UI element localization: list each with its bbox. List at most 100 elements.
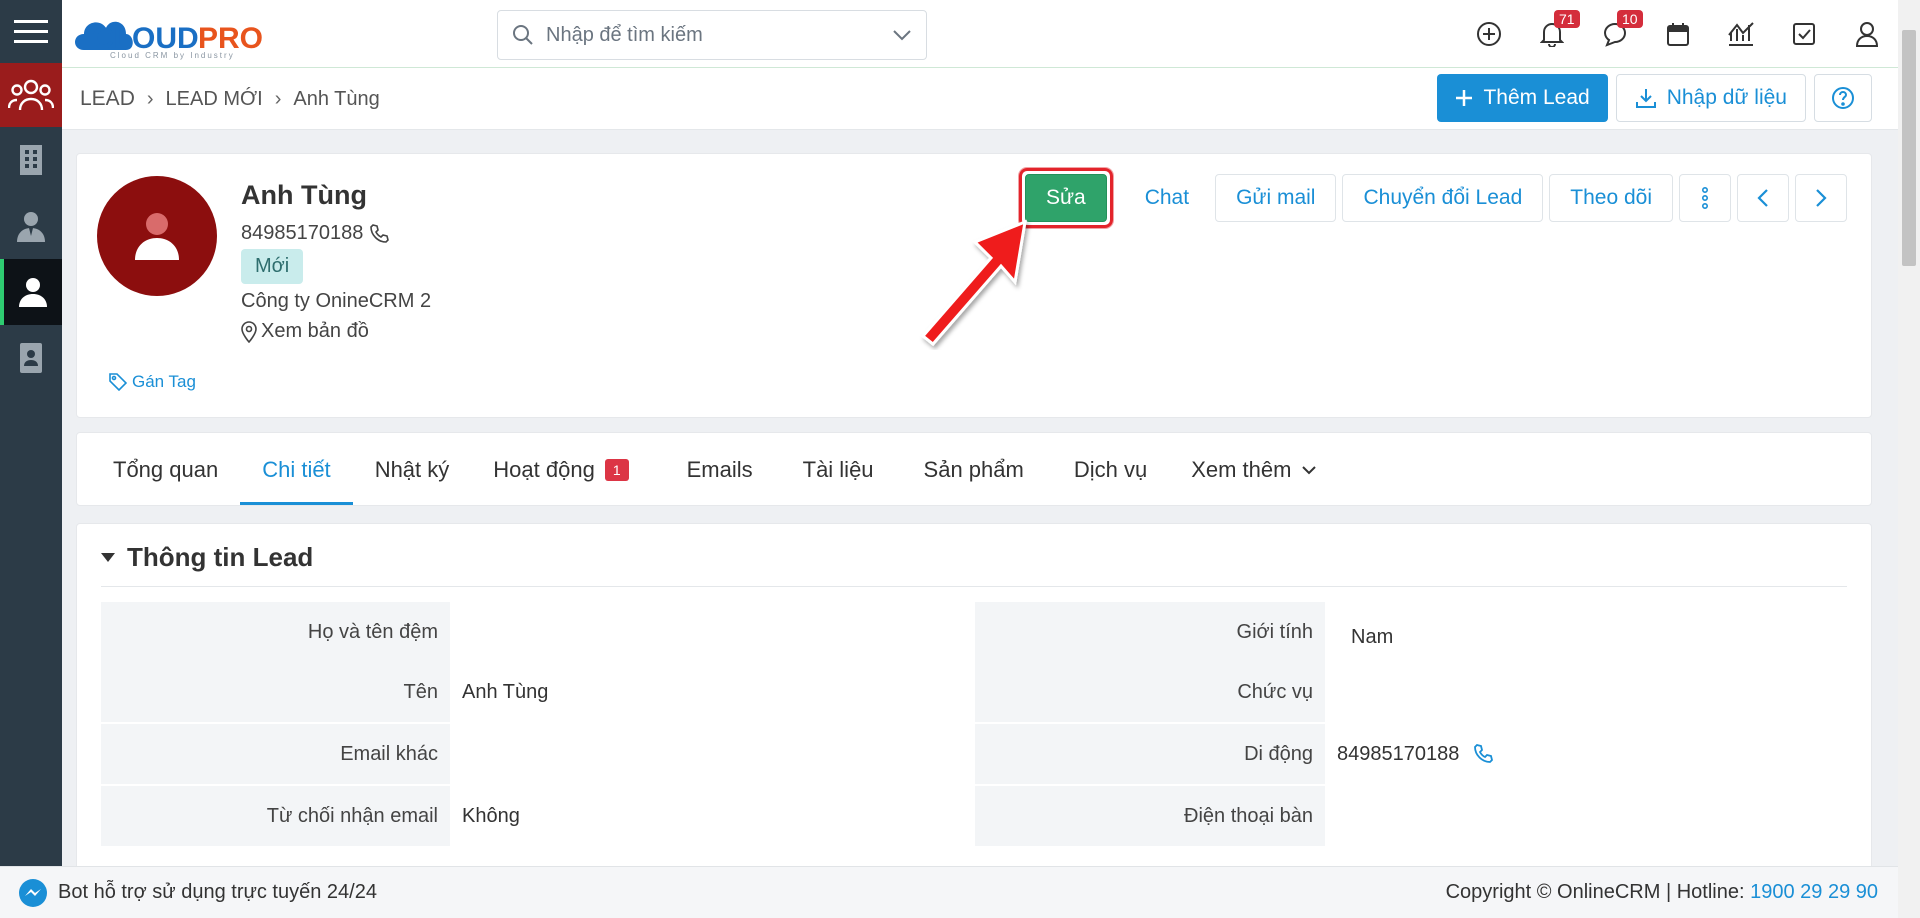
assign-tag-label: Gán Tag	[132, 372, 196, 391]
more-actions-button[interactable]	[1679, 174, 1731, 222]
field-label-gender: Giới tính	[975, 602, 1325, 662]
chart-icon	[1727, 22, 1754, 46]
notifications-button[interactable]: 71	[1520, 0, 1583, 68]
breadcrumb-bar: LEAD › LEAD MỚI › Anh Tùng Thêm Lead Nhậ…	[62, 68, 1898, 130]
svg-text:Cloud CRM by Industry: Cloud CRM by Industry	[110, 51, 235, 60]
cloudpro-logo[interactable]: CLOUD PRO Cloud CRM by Industry	[70, 6, 300, 62]
chevron-down-icon[interactable]	[892, 29, 912, 41]
tab-more[interactable]: Xem thêm	[1169, 433, 1339, 507]
lead-phone-number: 84985170188	[241, 222, 364, 244]
section-title: Thông tin Lead	[127, 542, 314, 572]
map-pin-icon	[241, 320, 257, 343]
scrollbar-thumb[interactable]	[1902, 30, 1916, 266]
messages-button[interactable]: 10	[1583, 0, 1646, 68]
next-record-button[interactable]	[1795, 174, 1847, 222]
tab-log[interactable]: Nhật ký	[353, 433, 472, 507]
search-icon	[513, 25, 533, 45]
support-bot-text: Bot hỗ trợ sử dụng trực tuyến 24/24	[58, 881, 377, 903]
sidebar-item-lead-detail[interactable]	[0, 259, 62, 325]
notifications-badge: 71	[1554, 10, 1580, 28]
tab-label: Nhật ký	[374, 457, 450, 482]
tab-activities[interactable]: Hoạt động 1	[471, 433, 650, 507]
field-row: Email khác Di động 84985170188	[101, 724, 1849, 784]
field-value-title[interactable]	[1325, 662, 1849, 722]
lead-info-section: Thông tin Lead Họ và tên đệm Giới tính N…	[76, 523, 1872, 918]
calendar-icon	[1666, 23, 1689, 46]
field-value-office-phone[interactable]	[1325, 786, 1849, 846]
field-value-gender[interactable]: Nam	[1325, 602, 1849, 662]
field-value-other-email[interactable]	[450, 724, 975, 784]
chevron-down-icon	[1302, 466, 1317, 475]
field-label-office-phone: Điện thoại bàn	[975, 786, 1325, 846]
red-arrow-annotation	[920, 219, 1027, 347]
field-value-email-opt-out[interactable]: Không	[450, 786, 975, 846]
view-map-label: Xem bản đồ	[261, 320, 369, 342]
tab-details[interactable]: Chi tiết	[240, 433, 354, 507]
building-icon	[20, 145, 42, 175]
global-search[interactable]: Nhập để tìm kiếm	[497, 10, 927, 60]
view-map-link[interactable]: Xem bản đồ	[241, 320, 369, 343]
user-outline-icon	[1855, 22, 1878, 47]
help-button[interactable]	[1814, 74, 1872, 122]
phone-icon[interactable]	[1473, 744, 1494, 764]
user-profile-button[interactable]	[1835, 0, 1898, 68]
tasks-button[interactable]	[1772, 0, 1835, 68]
more-vertical-icon	[1701, 187, 1709, 209]
tab-label: Tổng quan	[113, 457, 219, 482]
search-input[interactable]: Nhập để tìm kiếm	[546, 24, 892, 47]
field-label-other-email: Email khác	[101, 724, 450, 784]
header-actions: Thêm Lead Nhập dữ liệu	[1437, 74, 1872, 122]
breadcrumb-new-lead[interactable]: LEAD MỚI	[166, 88, 263, 111]
tab-documents[interactable]: Tài liệu	[781, 433, 896, 507]
sidebar-item-contacts[interactable]	[0, 193, 62, 259]
chevron-right-icon: ›	[146, 87, 154, 110]
lead-status-badge: Mới	[241, 249, 304, 284]
plus-icon	[1456, 90, 1473, 106]
chevron-left-icon	[1757, 189, 1768, 207]
tab-label: Emails	[686, 457, 753, 482]
chevron-right-icon	[1816, 189, 1827, 207]
messenger-icon	[19, 878, 47, 907]
lead-name: Anh Tùng	[241, 180, 367, 210]
field-value-first-name[interactable]: Anh Tùng	[450, 662, 975, 722]
quick-create-button[interactable]	[1457, 0, 1520, 68]
section-header[interactable]: Thông tin Lead	[101, 542, 313, 573]
hotline-link[interactable]: 1900 29 29 90	[1750, 881, 1878, 903]
lead-avatar	[97, 176, 217, 296]
users-group-icon	[8, 79, 54, 111]
page-scrollbar[interactable]	[1898, 0, 1920, 918]
sidebar-item-organizations[interactable]	[0, 127, 62, 193]
field-row: Tên Anh Tùng Chức vụ	[101, 662, 1849, 722]
send-mail-button[interactable]: Gửi mail	[1215, 174, 1337, 222]
breadcrumb-lead[interactable]: LEAD	[80, 87, 135, 111]
activities-count-badge: 1	[604, 459, 629, 481]
calendar-button[interactable]	[1646, 0, 1709, 68]
add-lead-button[interactable]: Thêm Lead	[1437, 74, 1608, 122]
tag-icon	[109, 373, 127, 391]
support-bot-link[interactable]: Bot hỗ trợ sử dụng trực tuyến 24/24	[18, 878, 377, 908]
field-value-middle-name[interactable]	[450, 602, 975, 662]
menu-toggle-button[interactable]	[0, 0, 62, 63]
tab-overview[interactable]: Tổng quan	[91, 433, 240, 507]
tab-emails[interactable]: Emails	[665, 433, 775, 507]
footer: Bot hỗ trợ sử dụng trực tuyến 24/24 Copy…	[0, 866, 1898, 918]
chat-button[interactable]: Chat	[1124, 174, 1210, 222]
tab-services[interactable]: Dịch vụ	[1052, 433, 1169, 507]
assign-tag-link[interactable]: Gán Tag	[109, 372, 196, 392]
import-data-button[interactable]: Nhập dữ liệu	[1615, 74, 1806, 122]
sidebar-item-leads[interactable]	[0, 63, 62, 127]
previous-record-button[interactable]	[1737, 174, 1789, 222]
tab-label: Sản phẩm	[923, 457, 1024, 482]
top-bar: CLOUD PRO Cloud CRM by Industry Nhập để …	[62, 0, 1898, 68]
phone-icon[interactable]	[369, 223, 390, 244]
lead-tabs: Tổng quan Chi tiết Nhật ký Hoạt động 1 E…	[76, 432, 1872, 506]
reports-button[interactable]	[1709, 0, 1772, 68]
sidebar-item-contacts-book[interactable]	[0, 325, 62, 391]
tab-products[interactable]: Sản phẩm	[902, 433, 1046, 507]
mobile-number[interactable]: 84985170188	[1337, 743, 1459, 766]
copyright-text: Copyright © OnlineCRM | Hotline:	[1445, 881, 1751, 903]
convert-lead-button[interactable]: Chuyển đổi Lead	[1342, 174, 1544, 222]
follow-button[interactable]: Theo dõi	[1549, 174, 1673, 222]
field-value-mobile: 84985170188	[1325, 724, 1849, 784]
field-label-mobile: Di động	[975, 724, 1325, 784]
